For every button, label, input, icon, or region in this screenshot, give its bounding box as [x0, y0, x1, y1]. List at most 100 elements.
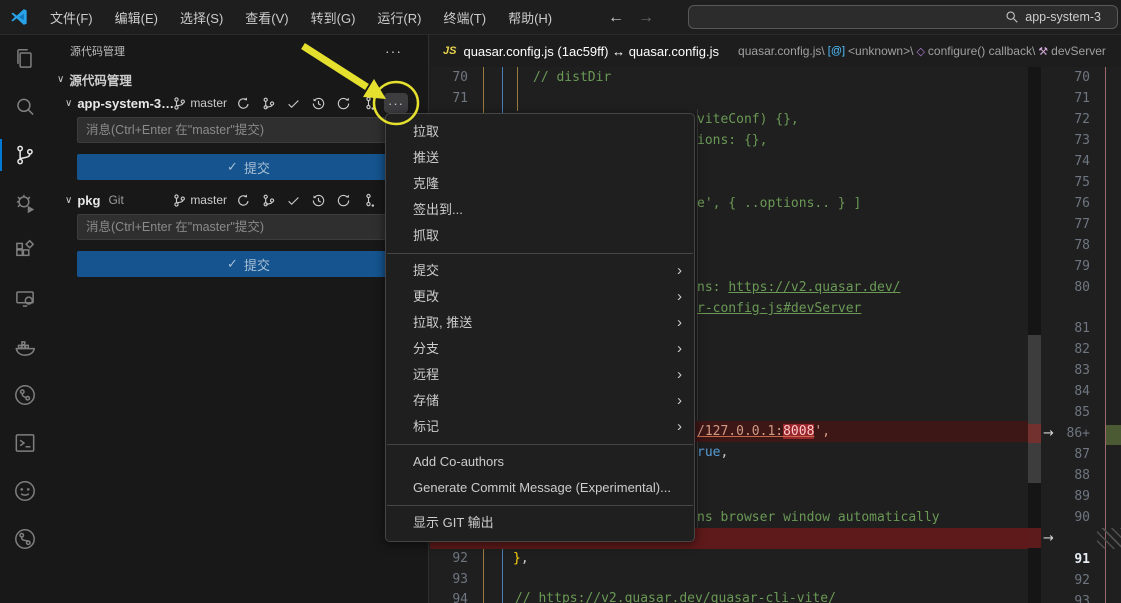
- menubar-item-0[interactable]: 文件(F): [39, 4, 104, 31]
- menu-item-checkout-to[interactable]: 签出到...: [386, 197, 694, 223]
- source-control-button[interactable]: [259, 191, 277, 209]
- activity-docker[interactable]: [0, 323, 50, 371]
- activity-run-debug[interactable]: [0, 179, 50, 227]
- code-token: }: [513, 551, 521, 566]
- activity-terminal[interactable]: [0, 419, 50, 467]
- diff-tab-title[interactable]: quasar.config.js (1ac59ff) ↔ quasar.conf…: [463, 44, 719, 59]
- commit-graph-button[interactable]: [359, 191, 377, 209]
- commit-check-button[interactable]: [284, 94, 302, 112]
- activity-extensions[interactable]: [0, 227, 50, 275]
- breadcrumb-segment[interactable]: <unknown>\: [848, 44, 913, 58]
- line-number: 73: [1041, 130, 1090, 151]
- code-token: ,: [521, 551, 529, 566]
- history-button[interactable]: [309, 191, 327, 209]
- menubar-item-4[interactable]: 转到(G): [300, 4, 367, 31]
- forward-arrow-icon[interactable]: →: [638, 9, 654, 27]
- refresh-icon: [336, 96, 351, 111]
- diff-added-line-background: [1106, 425, 1121, 445]
- pane-more-button[interactable]: ···: [385, 43, 402, 59]
- menu-item-branch[interactable]: 分支›: [386, 336, 694, 362]
- repo-row-pkg[interactable]: ∨pkgGitmaster···: [50, 188, 428, 212]
- repo-more-actions-button[interactable]: ···: [384, 93, 408, 113]
- checkout-branch-button[interactable]: master: [172, 96, 227, 111]
- menu-item-fetch[interactable]: 抓取: [386, 223, 694, 249]
- repo-row-app-system-3[interactable]: ∨app-system-3…master···: [50, 91, 428, 115]
- sync-changes-button[interactable]: [234, 191, 252, 209]
- code-line: ns: https://v2.quasar.dev/: [697, 277, 901, 298]
- menubar-item-5[interactable]: 运行(R): [366, 4, 432, 31]
- commit-message-input[interactable]: [77, 214, 420, 240]
- diff-change-arrow-icon[interactable]: →: [1043, 528, 1054, 549]
- scm-providers-section[interactable]: ∨ 源代码管理: [50, 67, 428, 91]
- line-number: 85: [1041, 402, 1090, 423]
- scrollbar-thumb[interactable]: [1028, 335, 1041, 483]
- commit-message-input[interactable]: [77, 117, 420, 143]
- activity-gitlens[interactable]: [0, 371, 50, 419]
- command-center-search[interactable]: app-system-3: [688, 5, 1118, 29]
- refresh-button[interactable]: [334, 94, 352, 112]
- menu-item-pull-push[interactable]: 拉取, 推送›: [386, 310, 694, 336]
- menu-item-push[interactable]: 推送: [386, 145, 694, 171]
- source-control-button[interactable]: [259, 94, 277, 112]
- wrench-icon: ⚒: [1038, 45, 1048, 58]
- code-token: ns:: [697, 280, 728, 295]
- title-bar: 文件(F)编辑(E)选择(S)查看(V)转到(G)运行(R)终端(T)帮助(H)…: [0, 0, 1121, 35]
- commit-button[interactable]: ✓提交: [77, 154, 420, 180]
- symbol-field-icon: [@]: [828, 45, 845, 57]
- line-number: 93: [1041, 591, 1090, 603]
- diff-deleted-placeholder-hatch: [1097, 528, 1121, 549]
- activity-explorer[interactable]: [0, 35, 50, 83]
- refresh-button[interactable]: [334, 191, 352, 209]
- code-line: // distDir: [533, 67, 611, 88]
- activity-git-graph[interactable]: [0, 515, 50, 563]
- code-token: ns browser window automatically: [697, 510, 940, 525]
- code-line: /127.0.0.1:8008',: [697, 421, 830, 442]
- menubar-item-1[interactable]: 编辑(E): [104, 4, 169, 31]
- activity-search[interactable]: [0, 83, 50, 131]
- history-button[interactable]: [309, 94, 327, 112]
- menu-item-show-git-output[interactable]: 显示 GIT 输出: [386, 510, 694, 536]
- line-number: 91: [1041, 549, 1090, 570]
- menubar-item-2[interactable]: 选择(S): [169, 4, 234, 31]
- breadcrumb-segment[interactable]: quasar.config.js\: [738, 44, 825, 58]
- line-number: 94: [430, 589, 468, 603]
- breadcrumb-segment[interactable]: configure() callback\: [928, 44, 1035, 58]
- commit-graph-button[interactable]: [359, 94, 377, 112]
- terminal-icon: [12, 430, 38, 456]
- menubar-item-6[interactable]: 终端(T): [432, 4, 497, 31]
- menu-item-commit[interactable]: 提交›: [386, 258, 694, 284]
- menubar-item-3[interactable]: 查看(V): [234, 4, 299, 31]
- menu-item-add-co-authors[interactable]: Add Co-authors: [386, 449, 694, 475]
- commit-check-button[interactable]: [284, 191, 302, 209]
- diff-change-arrow-icon[interactable]: →: [1043, 423, 1054, 444]
- breadcrumb-segment[interactable]: devServer: [1051, 44, 1106, 58]
- sidebar-pane-header: 源代码管理 ···: [50, 35, 428, 67]
- check-icon: [286, 96, 301, 111]
- commit-button[interactable]: ✓提交: [77, 251, 420, 277]
- code-line: rue,: [697, 442, 728, 463]
- activity-remote-explorer[interactable]: [0, 275, 50, 323]
- line-number: 80: [1041, 277, 1090, 298]
- menu-item-pull[interactable]: 拉取: [386, 119, 694, 145]
- menu-item-generate-commit-message[interactable]: Generate Commit Message (Experimental)..…: [386, 475, 694, 501]
- menu-item-tags[interactable]: 标记›: [386, 414, 694, 440]
- overview-diff-mark: [1028, 424, 1041, 443]
- source-control-small-icon: [261, 193, 276, 208]
- menubar-item-7[interactable]: 帮助(H): [497, 4, 563, 31]
- menu-item-remote[interactable]: 远程›: [386, 362, 694, 388]
- activity-source-control[interactable]: [0, 131, 50, 179]
- checkout-branch-button[interactable]: master: [172, 193, 227, 208]
- back-arrow-icon[interactable]: ←: [608, 9, 624, 27]
- menu-item-label: Add Co-authors: [413, 449, 504, 475]
- menu-item-clone[interactable]: 克隆: [386, 171, 694, 197]
- sync-changes-button[interactable]: [234, 94, 252, 112]
- code-line: r-config-js#devServer: [697, 298, 861, 319]
- commits-icon: [361, 193, 376, 208]
- search-icon: [1005, 10, 1019, 24]
- activity-github-actions[interactable]: [0, 467, 50, 515]
- gitlens-icon: [12, 382, 38, 408]
- menu-item-changes[interactable]: 更改›: [386, 284, 694, 310]
- repo-provider-label: Git: [108, 193, 123, 207]
- menu-item-stash[interactable]: 存储›: [386, 388, 694, 414]
- code-line: ions: {},: [697, 130, 767, 151]
